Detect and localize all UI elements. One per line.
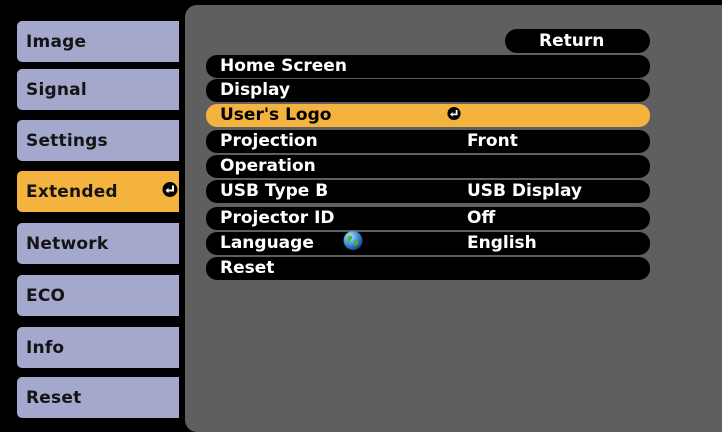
menu-item-label: Home Screen: [220, 56, 347, 76]
menu-item-value: USB Display: [467, 181, 583, 201]
menu-item-operation[interactable]: Operation: [206, 155, 650, 178]
tab-image[interactable]: Image: [17, 21, 179, 62]
tab-label: Image: [26, 31, 87, 52]
menu-item-value: Off: [467, 208, 496, 228]
tab-label: Extended: [26, 181, 118, 202]
globe-icon: [343, 230, 363, 257]
menu-item-label: USB Type B: [220, 181, 329, 201]
tab-label: Info: [26, 337, 65, 358]
return-button[interactable]: Return: [505, 29, 650, 53]
menu-item-display[interactable]: Display: [206, 79, 650, 102]
enter-icon: [447, 104, 461, 127]
menu-item-language[interactable]: Language English: [206, 230, 650, 257]
menu-item-users-logo[interactable]: User's Logo: [206, 104, 650, 127]
tab-eco[interactable]: ECO: [17, 275, 179, 316]
menu-item-label: Projector ID: [220, 208, 335, 228]
return-label: Return: [539, 31, 605, 51]
enter-icon: [162, 181, 178, 202]
tab-label: Network: [26, 233, 109, 254]
tab-label: Signal: [26, 79, 87, 100]
tab-info[interactable]: Info: [17, 327, 179, 368]
menu-item-usb-type-b[interactable]: USB Type B USB Display: [206, 180, 650, 203]
menu-item-value: Front: [467, 131, 518, 151]
menu-item-home-screen[interactable]: Home Screen: [206, 55, 650, 78]
tab-extended[interactable]: Extended: [17, 171, 179, 212]
menu-item-label: User's Logo: [220, 105, 332, 125]
menu-item-value: English: [467, 233, 537, 253]
tab-label: ECO: [26, 285, 66, 306]
tab-label: Settings: [26, 130, 108, 151]
menu-item-label: Display: [220, 80, 291, 100]
menu-item-projector-id[interactable]: Projector ID Off: [206, 207, 650, 230]
tab-settings[interactable]: Settings: [17, 120, 179, 161]
tab-signal[interactable]: Signal: [17, 69, 179, 110]
menu-item-label: Reset: [220, 258, 275, 278]
menu-item-label: Language: [220, 233, 314, 253]
tab-label: Reset: [26, 387, 82, 408]
menu-item-projection[interactable]: Projection Front: [206, 130, 650, 153]
menu-item-label: Projection: [220, 131, 318, 151]
tab-network[interactable]: Network: [17, 223, 179, 264]
tab-reset[interactable]: Reset: [17, 377, 179, 418]
menu-item-reset[interactable]: Reset: [206, 257, 650, 280]
menu-item-label: Operation: [220, 156, 316, 176]
